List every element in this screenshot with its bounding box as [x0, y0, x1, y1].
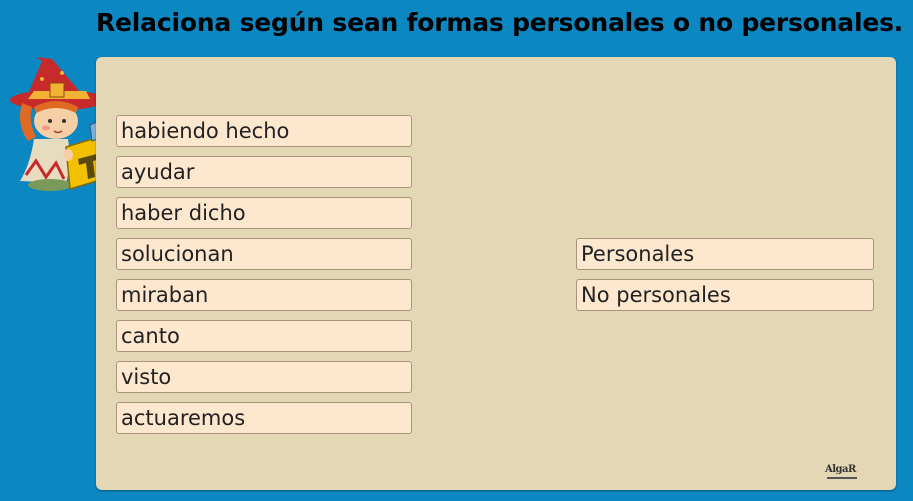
left-item-haber-dicho[interactable]: haber dicho [116, 197, 412, 229]
matching-panel: habiendo hecho ayudar haber dicho soluci… [96, 57, 896, 490]
left-item-ayudar[interactable]: ayudar [116, 156, 412, 188]
right-item-personales[interactable]: Personales [576, 238, 874, 270]
left-item-habiendo-hecho[interactable]: habiendo hecho [116, 115, 412, 147]
publisher-logo: AlgaR [825, 464, 856, 475]
left-item-canto[interactable]: canto [116, 320, 412, 352]
right-item-no-personales[interactable]: No personales [576, 279, 874, 311]
left-item-miraban[interactable]: miraban [116, 279, 412, 311]
left-item-visto[interactable]: visto [116, 361, 412, 393]
publisher-logo-underline [827, 477, 857, 479]
exercise-title: Relaciona según sean formas personales o… [96, 8, 904, 37]
left-item-solucionan[interactable]: solucionan [116, 238, 412, 270]
left-item-actuaremos[interactable]: actuaremos [116, 402, 412, 434]
